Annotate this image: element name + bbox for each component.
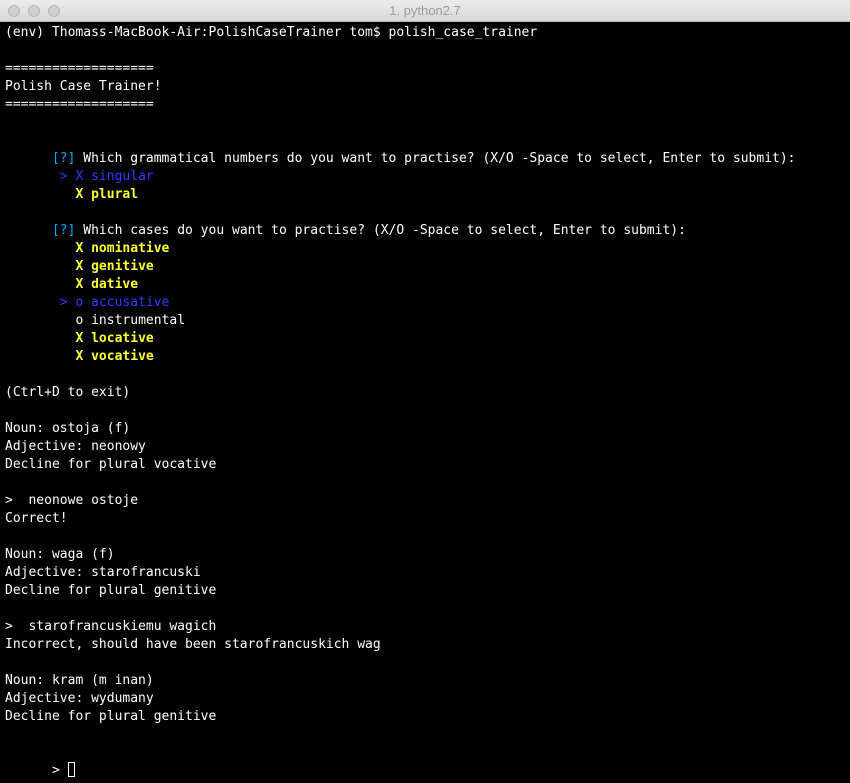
exercise-3-noun: Noun: kram (m inan) (5, 673, 154, 688)
exercise-2-answer: > starofrancuskiemu wagich (5, 619, 217, 634)
input-prompt: > (51, 763, 68, 778)
window-title: 1. python2.7 (389, 3, 461, 18)
text-cursor[interactable] (67, 762, 75, 777)
option-singular[interactable]: > X singular (5, 150, 154, 184)
exercise-2-feedback: Incorrect, should have been starofrancus… (5, 637, 381, 652)
option-pointer (52, 187, 75, 202)
option-dative[interactable]: X dative (5, 258, 138, 292)
terminal-window: 1. python2.7 (env) Thomass-MacBook-Air:P… (0, 0, 850, 783)
exercise-3-task: Decline for plural genitive (5, 709, 217, 724)
option-locative[interactable]: X locative (5, 312, 153, 346)
title-bar: 1. python2.7 (0, 0, 850, 22)
exercise-1-task: Decline for plural vocative (5, 457, 217, 472)
option-label: plural (91, 187, 139, 202)
exercise-1-answer: > neonowe ostoje (5, 493, 139, 508)
option-genitive[interactable]: X genitive (5, 240, 153, 274)
banner-title: Polish Case Trainer! (5, 79, 162, 94)
question-text: Which grammatical numbers do you want to… (75, 151, 796, 166)
exercise-2-noun: Noun: waga (f) (5, 547, 115, 562)
terminal-output[interactable]: (env) Thomass-MacBook-Air:PolishCaseTrai… (0, 22, 850, 783)
exercise-1-adjective: Adjective: neonowy (5, 439, 146, 454)
exercise-2-task: Decline for plural genitive (5, 583, 217, 598)
option-accusative[interactable]: > o accusative (5, 276, 170, 310)
input-line[interactable]: > (5, 744, 75, 778)
question-cases: [?] Which cases do you want to practise?… (5, 204, 686, 238)
option-vocative[interactable]: X vocative (5, 330, 153, 364)
question-numbers: [?] Which grammatical numbers do you wan… (5, 132, 796, 166)
exercise-1-noun: Noun: ostoja (f) (5, 421, 131, 436)
exercise-2-adjective: Adjective: starofrancuski (5, 565, 201, 580)
shell-prompt-line: (env) Thomass-MacBook-Air:PolishCaseTrai… (5, 25, 538, 40)
option-nominative[interactable]: X nominative (5, 222, 169, 256)
option-pointer (52, 349, 75, 364)
banner-rule-top: =================== (5, 61, 154, 76)
option-instrumental[interactable]: o instrumental (5, 294, 185, 328)
option-label: vocative (91, 349, 154, 364)
exit-hint: (Ctrl+D to exit) (5, 385, 131, 400)
banner-rule-bottom: =================== (5, 97, 154, 112)
exercise-1-feedback: Correct! (5, 511, 68, 526)
option-plural[interactable]: X plural (5, 168, 138, 202)
exercise-3-adjective: Adjective: wydumany (5, 691, 154, 706)
